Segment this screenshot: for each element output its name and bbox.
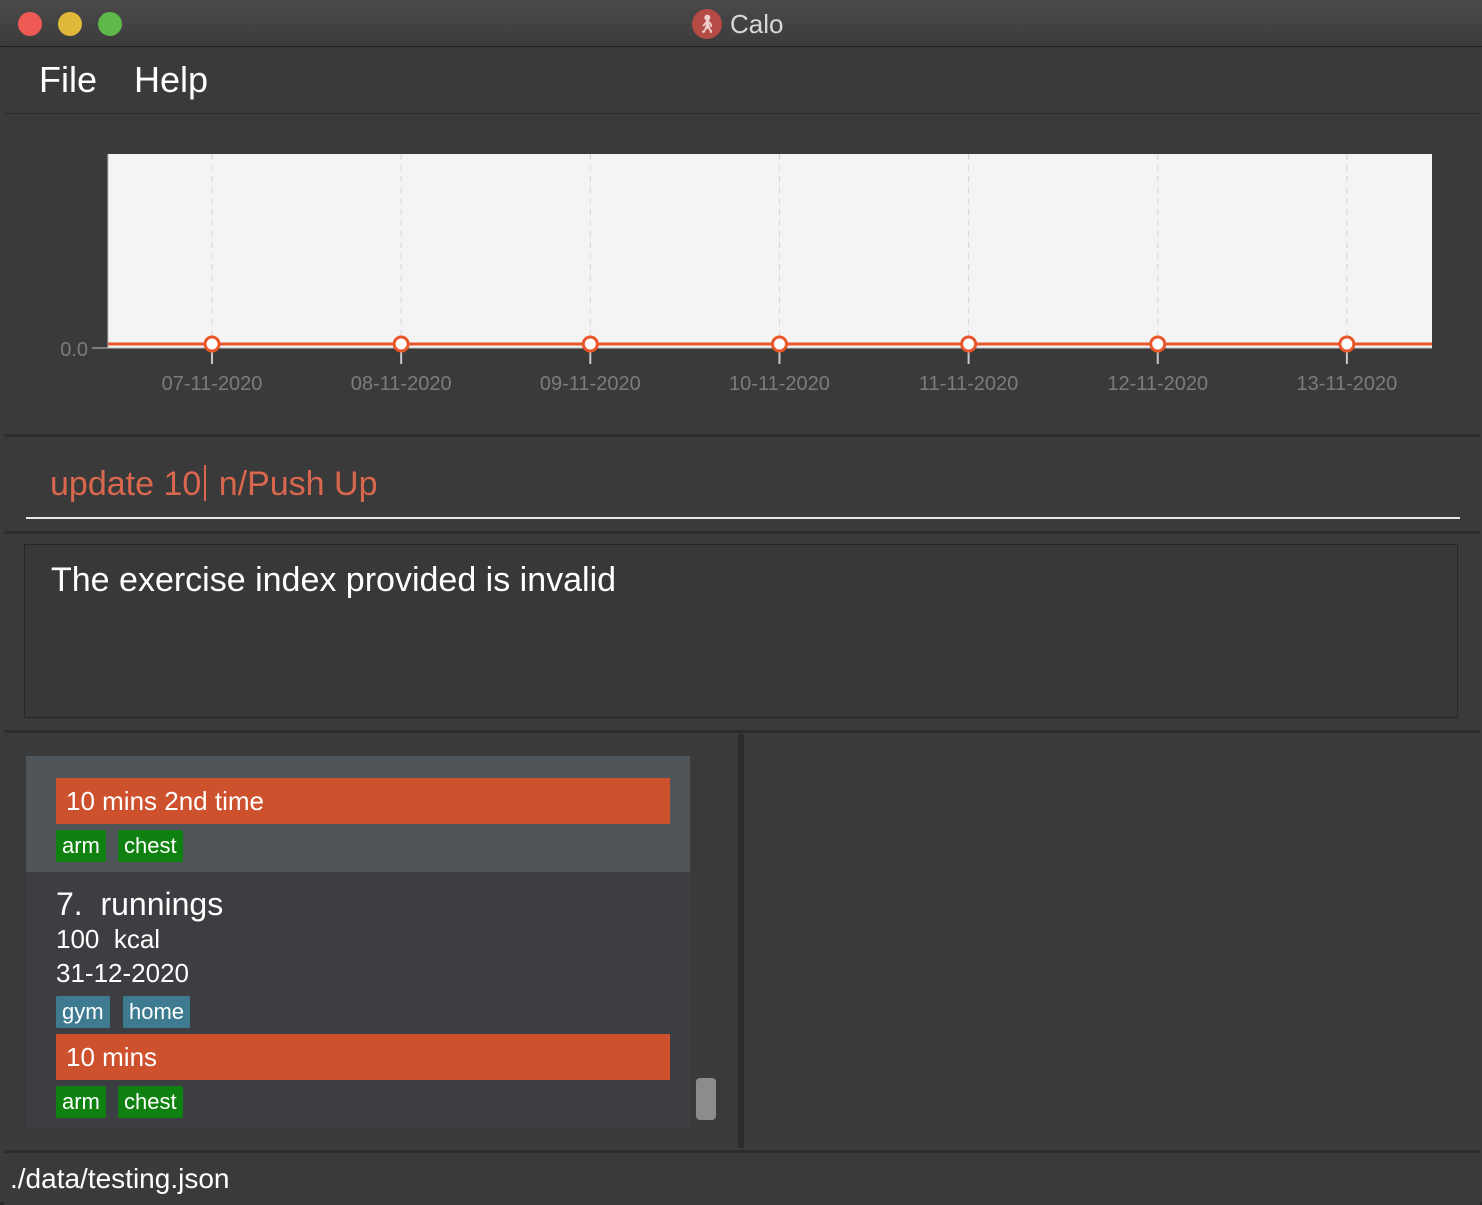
data-point [1338,335,1356,353]
command-box-panel: update 10 n/Push Up [4,437,1480,534]
x-tick-label: 12-11-2020 [1107,373,1208,395]
walking-figure-icon: 🚶︎ [692,9,722,39]
exercise-list[interactable]: gym home 10 mins 2nd time arm chest 7. r… [26,756,690,1128]
x-tick-label: 08-11-2020 [351,373,452,395]
calorie-chart: 0.0 07-11-2020 08-11-2020 09-11-2020 10-11-… [60,154,1432,395]
result-display[interactable]: The exercise index provided is invalid [24,544,1458,718]
calorie-chart-panel: 0.0 07-11-2020 08-11-2020 09-11-2020 10-11-… [4,114,1480,437]
tag-gym: gym [56,996,110,1028]
x-tick-label: 07-11-2020 [162,373,263,395]
data-point [581,335,599,353]
exercise-date: 31-12-2020 [56,958,189,988]
y-tick-label: 0.0 [60,339,88,361]
data-point [203,335,221,353]
title-bar: 🚶︎ Calo [0,0,1482,47]
menu-help[interactable]: Help [134,59,208,101]
muscle-tag-chest: chest [118,830,183,862]
x-tick-label: 09-11-2020 [540,373,641,395]
remark-bar: 10 mins 2nd time [56,778,670,824]
data-point [770,335,788,353]
detail-panel [744,734,1480,1148]
zoom-window-button[interactable] [98,12,122,36]
muscle-tag-arm: arm [56,1086,106,1118]
command-text-after-caret: n/Push Up [209,465,378,503]
plot-area [108,154,1432,348]
exercise-card-selected[interactable]: gym home 10 mins 2nd time arm chest [26,756,690,872]
muscle-tag-arm: arm [56,830,106,862]
minimize-window-button[interactable] [58,12,82,36]
exercise-name: runnings [100,886,224,922]
remark-bar: 10 mins [56,1034,670,1080]
menu-bar: File Help [4,47,1480,114]
data-point [392,335,410,353]
command-underline [26,517,1460,519]
menu-file[interactable]: File [39,59,97,101]
x-tick-label: 11-11-2020 [919,373,1018,395]
x-tick-label: 10-11-2020 [729,373,830,395]
status-bar: ./data/testing.json [4,1150,1480,1205]
app-window: 🚶︎ Calo File Help 0.0 07-11-2020 08-11-20… [0,0,1482,1205]
exercise-list-panel: gym home 10 mins 2nd time arm chest 7. r… [4,734,738,1148]
command-input[interactable]: update 10 n/Push Up [50,465,377,504]
exercise-card-7[interactable]: 7. runnings 100 kcal 31-12-2020 gym home… [26,872,690,1128]
tag-home: home [123,996,191,1028]
data-point [960,335,978,353]
text-caret [204,465,207,501]
exercise-title: 7. runnings [56,886,223,923]
command-text-before-caret: update 10 [50,465,202,503]
muscle-tag-chest: chest [118,1086,183,1118]
result-message: The exercise index provided is invalid [51,561,617,599]
data-point [1149,335,1167,353]
x-tick-label: 13-11-2020 [1296,373,1397,395]
window-title: Calo [730,8,784,39]
exercise-index: 7. [56,886,83,922]
status-file-path: ./data/testing.json [10,1163,230,1194]
exercise-calories: 100 kcal [56,924,161,954]
result-display-panel: The exercise index provided is invalid [4,534,1480,733]
list-scrollbar-thumb[interactable] [696,1078,716,1120]
close-window-button[interactable] [18,12,42,36]
